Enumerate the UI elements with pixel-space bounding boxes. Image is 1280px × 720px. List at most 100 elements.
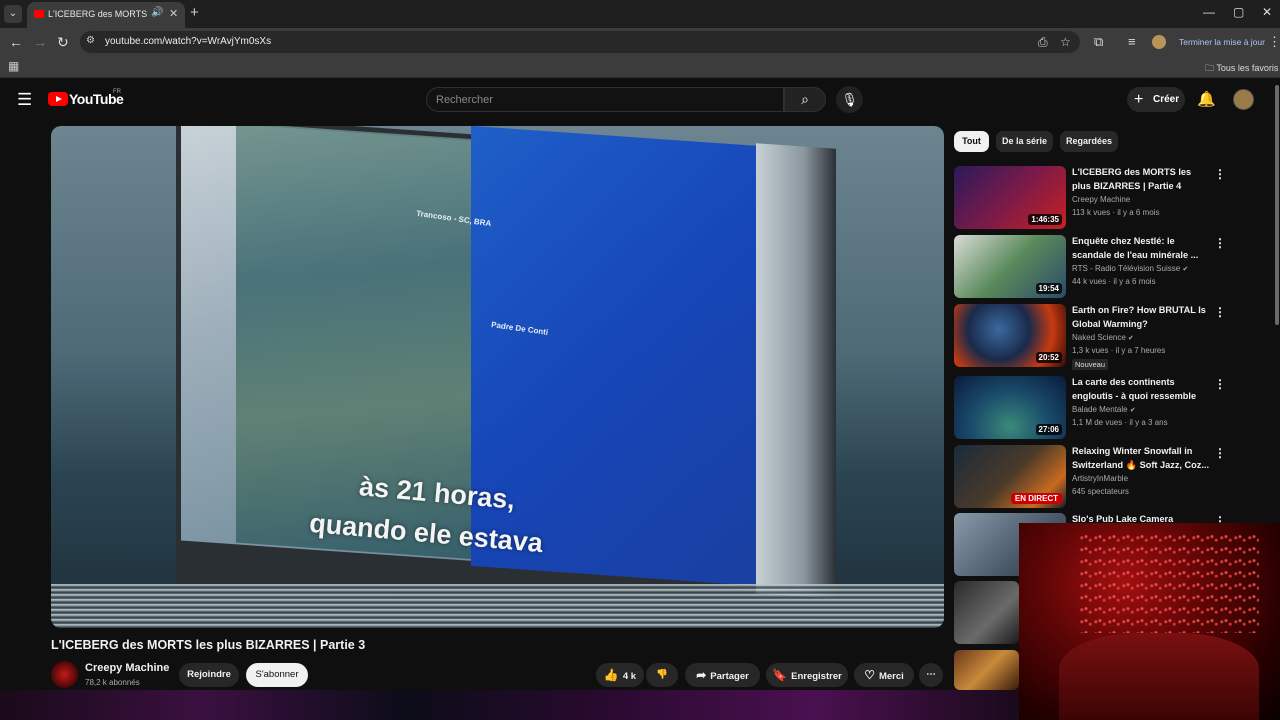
recommendation-meta: 1,3 k vues · il y a 7 heures	[1072, 346, 1166, 355]
back-icon[interactable]: ←	[9, 34, 23, 50]
recommendation-thumbnail[interactable]: 19:54	[954, 235, 1066, 298]
minimize-icon[interactable]: —	[1203, 5, 1215, 19]
recommendation-thumbnail[interactable]: 1:46:35	[954, 166, 1066, 229]
recommendation-thumbnail[interactable]	[954, 650, 1019, 690]
video-screen-edge	[756, 143, 836, 599]
maximize-icon[interactable]: ▢	[1233, 5, 1244, 19]
voice-search-button[interactable]: 🎙	[836, 86, 863, 113]
all-bookmarks-label: Tous les favoris	[1216, 63, 1279, 73]
youtube-logo-icon[interactable]	[48, 92, 68, 106]
browser-tab[interactable]: L'ICEBERG des MORTS les p 🔊 ✕	[27, 2, 185, 28]
join-button[interactable]: Rejoindre	[179, 663, 239, 687]
recommendation-title[interactable]: La carte des continents engloutis - à qu…	[1072, 376, 1212, 403]
plus-icon: +	[1134, 91, 1144, 108]
live-badge: EN DIRECT	[1010, 493, 1062, 504]
tab-title: L'ICEBERG des MORTS les p	[48, 9, 148, 19]
recommendation-item[interactable]: 20:52 Earth on Fire? How BRUTAL Is Globa…	[954, 304, 1280, 370]
save-label: Enregistrer	[791, 671, 842, 682]
thanks-button[interactable]: ♡ Merci	[854, 663, 914, 687]
url-text: youtube.com/watch?v=WrAvjYm0sXs	[105, 36, 272, 47]
recommendation-item[interactable]: 1:46:35 L'ICEBERG des MORTS les plus BIZ…	[954, 166, 1280, 232]
notifications-bell-icon[interactable]: 🔔	[1197, 90, 1216, 108]
recommendation-thumbnail[interactable]: 27:06	[954, 376, 1066, 439]
profile-avatar[interactable]	[1152, 35, 1166, 49]
window-close-icon[interactable]: ✕	[1262, 5, 1272, 19]
install-icon[interactable]: ⎙	[1038, 35, 1048, 50]
recommendation-meta: 1,1 M de vues · il y a 3 ans	[1072, 418, 1168, 427]
speaker-icon[interactable]: 🔊	[151, 7, 163, 18]
more-options-icon[interactable]: ⋮	[1214, 446, 1226, 460]
save-button[interactable]: 🔖 Enregistrer	[766, 663, 848, 687]
user-avatar[interactable]	[1233, 89, 1254, 110]
chip-series[interactable]: De la série	[996, 131, 1053, 152]
reload-icon[interactable]: ↻	[57, 34, 69, 51]
recommendation-channel[interactable]: RTS - Radio Télévision Suisse ✔	[1072, 264, 1188, 273]
video-static-band	[51, 584, 944, 628]
reading-list-icon[interactable]: ≡	[1128, 34, 1136, 49]
recommendation-thumbnail[interactable]: 20:52	[954, 304, 1066, 367]
channel-avatar[interactable]	[51, 661, 78, 688]
more-actions-button[interactable]: ⋯	[919, 663, 943, 687]
extensions-icon[interactable]: ⧉	[1094, 34, 1103, 50]
update-button[interactable]: Terminer la mise à jour	[1176, 32, 1268, 52]
country-code: FR	[113, 89, 121, 95]
apps-icon[interactable]: ▦	[8, 59, 19, 73]
recommendation-channel[interactable]: Creepy Machine	[1072, 195, 1130, 204]
recommendation-item[interactable]: EN DIRECT Relaxing Winter Snowfall in Sw…	[954, 445, 1280, 511]
address-bar[interactable]: ⚙ youtube.com/watch?v=WrAvjYm0sXs ⎙ ☆	[80, 31, 1080, 53]
desktop-background-strip	[0, 690, 1019, 720]
all-bookmarks[interactable]: 🗀 Tous les favoris	[1205, 61, 1278, 77]
youtube-favicon-icon	[34, 10, 44, 18]
star-icon[interactable]: ☆	[1060, 35, 1071, 49]
recommendation-title[interactable]: Relaxing Winter Snowfall in Switzerland …	[1072, 445, 1212, 472]
channel-name[interactable]: Creepy Machine	[85, 662, 169, 674]
share-button[interactable]: ➦ Partager	[685, 663, 760, 687]
verified-icon: ✔	[1182, 266, 1189, 273]
more-options-icon[interactable]: ⋮	[1214, 167, 1226, 181]
chip-watched[interactable]: Regardées	[1060, 131, 1118, 152]
create-button[interactable]: + Créer	[1127, 87, 1185, 112]
chip-all[interactable]: Tout	[954, 131, 989, 152]
like-button[interactable]: 👍 4 k	[596, 663, 644, 687]
subscribe-button[interactable]: S'abonner	[246, 663, 308, 687]
channel-label: Naked Science	[1072, 333, 1126, 342]
recommendation-title[interactable]: Enquête chez Nestlé: le scandale de l'ea…	[1072, 235, 1212, 262]
site-info-icon[interactable]: ⚙	[86, 35, 95, 46]
more-options-icon[interactable]: ⋮	[1214, 305, 1226, 319]
recommendation-title[interactable]: L'ICEBERG des MORTS les plus BIZARRES | …	[1072, 166, 1212, 193]
recommendation-title[interactable]: Earth on Fire? How BRUTAL Is Global Warm…	[1072, 304, 1212, 331]
recommendation-item[interactable]: 19:54 Enquête chez Nestlé: le scandale d…	[954, 235, 1280, 301]
recommendation-meta: 44 k vues · il y a 6 mois	[1072, 277, 1156, 286]
share-icon: ➦	[696, 668, 707, 682]
recommendation-channel[interactable]: Balade Mentale ✔	[1072, 405, 1136, 414]
video-duration: 19:54	[1035, 283, 1062, 294]
video-player[interactable]: Trancoso - SC, BRA Padre De Conti às 21 …	[51, 126, 944, 628]
recommendation-item[interactable]: 27:06 La carte des continents engloutis …	[954, 376, 1280, 442]
heart-dollar-icon: ♡	[864, 668, 875, 682]
search-input[interactable]: Rechercher	[426, 87, 784, 112]
forward-icon[interactable]: →	[33, 34, 47, 50]
bookmark-icon: 🔖	[772, 668, 788, 682]
more-options-icon[interactable]: ⋮	[1214, 236, 1226, 250]
recommendation-channel[interactable]: ArtistryInMarble	[1072, 474, 1128, 483]
recommendation-thumbnail[interactable]	[954, 581, 1019, 644]
dislike-button[interactable]: 👎	[646, 663, 678, 687]
close-icon[interactable]: ✕	[169, 7, 178, 20]
more-options-icon[interactable]: ⋮	[1214, 377, 1226, 391]
video-duration: 1:46:35	[1028, 214, 1062, 225]
recommendation-meta: 645 spectateurs	[1072, 487, 1129, 496]
hamburger-menu-icon[interactable]: ☰	[17, 90, 32, 110]
microphone-icon: 🎙	[841, 92, 858, 107]
page-scrollbar[interactable]	[1275, 85, 1279, 325]
browser-menu-icon[interactable]: ⋮	[1268, 34, 1280, 50]
verified-icon: ✔	[1129, 407, 1136, 414]
new-tab-icon[interactable]: +	[190, 4, 199, 21]
share-label: Partager	[710, 671, 749, 682]
recommendation-channel[interactable]: Naked Science ✔	[1072, 333, 1134, 342]
thumbs-down-icon: 👎	[656, 669, 668, 680]
more-icon: ⋯	[926, 669, 936, 680]
recommendation-thumbnail[interactable]: EN DIRECT	[954, 445, 1066, 508]
tab-list-icon[interactable]: ⌄	[4, 5, 22, 23]
search-button[interactable]: ⌕	[784, 87, 826, 112]
browser-toolbar: ← → ↻ ⚙ youtube.com/watch?v=WrAvjYm0sXs …	[0, 28, 1280, 56]
